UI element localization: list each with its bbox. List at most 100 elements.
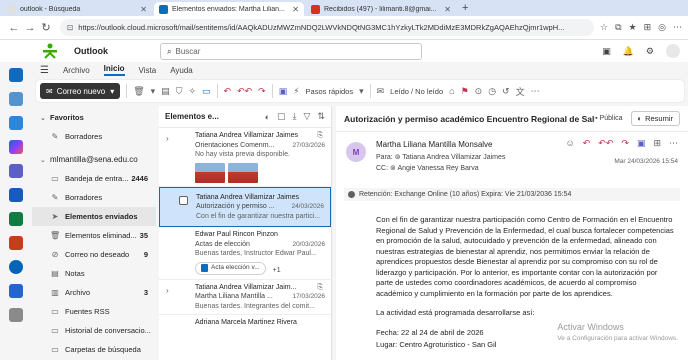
avatar[interactable]	[666, 44, 680, 58]
quick-steps-button[interactable]: Pasos rápidos	[306, 87, 354, 96]
image-thumbnail[interactable]	[195, 162, 225, 183]
flag-icon[interactable]: ⚑	[461, 86, 469, 97]
profile-icon[interactable]: ◎	[658, 22, 666, 33]
chevron-right-icon[interactable]: ›	[166, 286, 169, 296]
back-icon[interactable]: ←	[6, 22, 22, 34]
tab-inicio[interactable]: Inicio	[103, 64, 125, 76]
favorites-icon[interactable]: ★	[629, 22, 637, 33]
powerpoint-icon[interactable]	[9, 236, 23, 250]
favorites-header[interactable]: ⌄ Favoritos	[32, 108, 156, 127]
list-item[interactable]: Adriana Marcela Martinez Rivera	[159, 315, 331, 331]
browser-tab-outlook[interactable]: Elementos enviados: Martha Lilian... ✕	[154, 2, 304, 16]
delete-icon[interactable]: 🗑	[133, 86, 144, 97]
folder-search-folders[interactable]: ▭ Carpetas de búsqueda	[32, 340, 156, 359]
report-icon[interactable]: ⛉	[176, 86, 183, 97]
new-mail-button[interactable]: ✉ Correo nuevo ▾	[40, 83, 121, 99]
teams-share-icon[interactable]: ▣	[637, 138, 646, 149]
meet-now-icon[interactable]: ▣	[602, 46, 611, 57]
archive-icon[interactable]: ▤	[161, 86, 170, 97]
search-input[interactable]: ⌕ Buscar	[160, 43, 422, 60]
envelope-open-icon[interactable]: ✉	[377, 86, 385, 97]
more-icon[interactable]: ⋯	[673, 22, 682, 33]
image-thumbnail[interactable]	[228, 162, 258, 183]
forward-mail-icon[interactable]: ↷	[621, 138, 629, 149]
apps-icon[interactable]: ⊞	[653, 138, 661, 149]
move-icon[interactable]: ▭	[202, 86, 211, 97]
folder-fav-drafts[interactable]: ✎ Borradores	[32, 127, 156, 146]
close-icon[interactable]: ✕	[140, 5, 147, 14]
sweep-icon[interactable]: ✧	[188, 86, 196, 97]
folder-history[interactable]: ▭ Historial de conversacio...	[32, 321, 156, 340]
more-attachments[interactable]: +1	[273, 267, 281, 274]
list-item-selected[interactable]: Tatiana Andrea Villamizar Jaimes Autoriz…	[159, 186, 331, 227]
extensions-icon[interactable]: ⧉	[615, 22, 621, 33]
star-icon[interactable]: ☆	[600, 22, 608, 33]
summarize-button[interactable]: ◐ Resumir	[630, 111, 680, 126]
url-field[interactable]: ⊡ https://outlook.cloud.microsoft/mail/s…	[60, 19, 594, 36]
chevron-right-icon[interactable]: ›	[166, 134, 169, 144]
bell-icon[interactable]: 🔔	[623, 46, 634, 57]
tag-icon[interactable]: ⌂	[449, 86, 454, 96]
folder-inbox[interactable]: ▭ Bandeja de entra... 2446	[32, 169, 156, 188]
avatar[interactable]: M	[346, 142, 366, 162]
settings-icon[interactable]: ⚙	[646, 46, 654, 57]
reply-icon[interactable]: ↶	[224, 86, 232, 97]
folder-archive[interactable]: ▥ Archivo 3	[32, 283, 156, 302]
folder-junk[interactable]: ⊘ Correo no deseado 9	[32, 245, 156, 264]
copilot-icon[interactable]	[9, 140, 23, 154]
more-icon[interactable]: ⋯	[531, 86, 540, 97]
reply-all-icon[interactable]: ↶↶	[237, 86, 252, 97]
read-unread-button[interactable]: Leído / No leído	[390, 87, 443, 96]
folder-sent[interactable]: ➤ Elementos enviados	[32, 207, 156, 226]
forward-icon[interactable]: →	[22, 22, 38, 34]
cc-recipient[interactable]: Angie Vanessa Rey Barva	[397, 165, 478, 172]
select-checkbox[interactable]	[179, 195, 188, 205]
quick-steps-icon[interactable]: ⚡	[293, 86, 299, 97]
close-icon[interactable]: ✕	[292, 5, 299, 14]
folder-notes[interactable]: ▤ Notas	[32, 264, 156, 283]
chevron-down-icon[interactable]: ▾	[359, 86, 364, 97]
list-item[interactable]: › ⎘ Tatiana Andrea Villamizar Jaim... Ma…	[159, 280, 331, 315]
todo-icon[interactable]	[9, 284, 23, 298]
filter-icon[interactable]: ▽	[304, 111, 311, 122]
teams-icon[interactable]	[9, 164, 23, 178]
copilot-icon[interactable]: ◐	[265, 112, 270, 122]
pin-icon[interactable]: ⊙	[475, 86, 483, 97]
onedrive-icon[interactable]	[9, 260, 23, 274]
chevron-down-icon[interactable]: ▾	[151, 86, 156, 97]
list-item[interactable]: › ⎘ Tatiana Andrea Villamizar Jaimes Ori…	[159, 128, 331, 187]
folder-rss[interactable]: ▭ Fuentes RSS	[32, 302, 156, 321]
to-recipient[interactable]: Tatiana Andrea Villamizar Jaimes	[402, 154, 505, 161]
tab-archivo[interactable]: Archivo	[63, 66, 90, 75]
more-icon[interactable]: ⋯	[669, 138, 678, 149]
account-header[interactable]: ⌄ mlmantilla@sena.edu.co	[32, 150, 156, 169]
forward-mail-icon[interactable]: ↷	[258, 86, 266, 97]
hamburger-icon[interactable]: ☰	[40, 65, 49, 76]
jump-down-icon[interactable]: ⤓	[293, 111, 297, 122]
mail-icon[interactable]	[9, 68, 23, 82]
tab-ayuda[interactable]: Ayuda	[170, 66, 193, 75]
people-icon[interactable]	[9, 116, 23, 130]
new-tab-button[interactable]: +	[462, 2, 468, 14]
tab-vista[interactable]: Vista	[139, 66, 157, 75]
list-item[interactable]: Edwar Paul Rincon Pinzon Actas de elecci…	[159, 227, 331, 280]
sort-icon[interactable]: ⇅	[317, 111, 325, 122]
word-icon[interactable]	[9, 188, 23, 202]
translate-icon[interactable]: 文	[516, 85, 525, 98]
excel-icon[interactable]	[9, 212, 23, 226]
calendar-icon[interactable]	[9, 92, 23, 106]
teams-share-icon[interactable]: ▣	[279, 86, 288, 97]
reply-icon[interactable]: ↶	[583, 138, 591, 149]
chevron-down-icon[interactable]: ▾	[110, 87, 114, 96]
folder-drafts[interactable]: ✎ Borradores	[32, 188, 156, 207]
collections-icon[interactable]: ⊞	[644, 22, 652, 33]
sensitivity-label[interactable]: ▪ Pública	[595, 115, 622, 122]
emoji-icon[interactable]: ☺	[566, 138, 575, 149]
browser-tab-gmail[interactable]: Recibidos (497) - lilimanti.8@gmai... ✕	[306, 2, 456, 16]
reply-all-icon[interactable]: ↶↶	[598, 138, 613, 149]
attachment-chip[interactable]: Acta elección v...	[195, 261, 266, 275]
browser-tab-search[interactable]: outlook - Búsqueda ✕	[2, 2, 152, 16]
close-icon[interactable]: ✕	[444, 5, 451, 14]
reload-icon[interactable]: ↻	[38, 21, 54, 34]
undo-icon[interactable]: ↺	[502, 86, 510, 97]
